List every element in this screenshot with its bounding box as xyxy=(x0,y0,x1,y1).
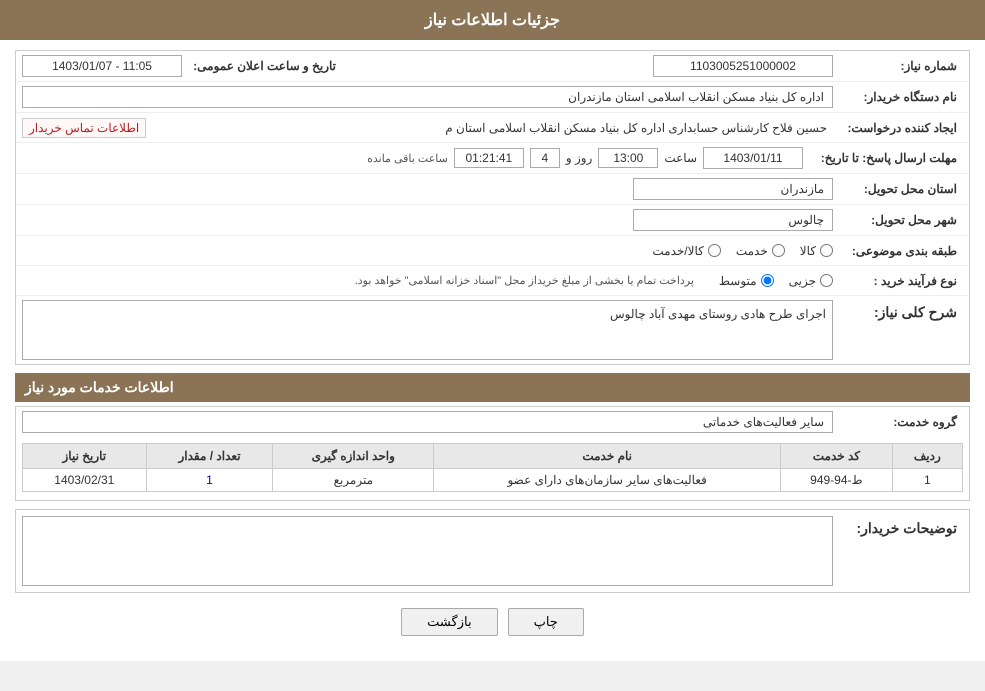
saat-baqi-mande-label: ساعت باقی مانده xyxy=(367,152,448,165)
shahr-label: شهر محل تحویل: xyxy=(833,213,963,227)
info-section: شماره نیاز: 1103005251000002 تاریخ و ساع… xyxy=(15,50,970,365)
kala-label: کالا xyxy=(800,244,816,258)
tawsihat-label: توضیحات خریدار: xyxy=(833,516,963,537)
noe-farayand-label: نوع فرآیند خرید : xyxy=(833,274,963,288)
col-vahed: واحد اندازه گیری xyxy=(273,444,434,469)
khadamat-table-section: ردیف کد خدمت نام خدمت واحد اندازه گیری ت… xyxy=(16,443,969,500)
ijad-konande-label: ایجاد کننده درخواست: xyxy=(833,121,963,135)
table-row: 1 ط-94-949 فعالیت‌های سایر سازمان‌های دا… xyxy=(23,469,963,492)
sharh-kolli-label: شرح کلی نیاز: xyxy=(833,300,963,321)
khedmat-radio[interactable] xyxy=(772,244,785,257)
table-header-row: ردیف کد خدمت نام خدمت واحد اندازه گیری ت… xyxy=(23,444,963,469)
kala-radio-item[interactable]: کالا xyxy=(800,244,833,258)
cell-radif: 1 xyxy=(892,469,962,492)
goroh-khedmat-row: گروه خدمت: سایر فعالیت‌های خدماتی xyxy=(16,407,969,437)
page-header: جزئیات اطلاعات نیاز xyxy=(0,0,985,40)
khedmat-label: خدمت xyxy=(736,244,768,258)
saat-label: ساعت xyxy=(658,151,703,165)
print-button[interactable]: چاپ xyxy=(508,608,584,636)
khadamat-section-title: اطلاعات خدمات مورد نیاز xyxy=(15,373,970,402)
row-ostan: استان محل تحویل: مازندران xyxy=(16,174,969,205)
kala-khedmat-label: کالا/خدمت xyxy=(652,244,703,258)
shomare-niaz-label: شماره نیاز: xyxy=(833,59,963,73)
ostan-label: استان محل تحویل: xyxy=(833,182,963,196)
col-radif: ردیف xyxy=(892,444,962,469)
tarikh-alan-value: 1403/01/07 - 11:05 xyxy=(22,55,182,77)
back-button[interactable]: بازگشت xyxy=(401,608,497,636)
nam-dastgah-value: اداره کل بنیاد مسکن انقلاب اسلامی استان … xyxy=(22,86,833,108)
ettelaat-link[interactable]: اطلاعات تماس خریدار xyxy=(22,118,146,138)
mohlat-date: 1403/01/11 xyxy=(703,147,803,169)
goroh-khedmat-label: گروه خدمت: xyxy=(833,415,963,429)
tawsihat-section: توضیحات خریدار: xyxy=(15,509,970,593)
kala-radio[interactable] xyxy=(820,244,833,257)
col-kod-khedmat: کد خدمت xyxy=(781,444,892,469)
tabaqeh-radio-group: کالا خدمت کالا/خدمت xyxy=(652,244,833,258)
col-tedad: تعداد / مقدار xyxy=(146,444,273,469)
row-nam-dastgah: نام دستگاه خریدار: اداره کل بنیاد مسکن ا… xyxy=(16,82,969,113)
nam-dastgah-label: نام دستگاه خریدار: xyxy=(833,90,963,104)
page-title: جزئیات اطلاعات نیاز xyxy=(425,12,560,29)
tawsihat-textarea[interactable] xyxy=(22,516,833,586)
row-mohlat: مهلت ارسال پاسخ: تا تاریخ: 1403/01/11 سا… xyxy=(16,143,969,174)
cell-tedad: 1 xyxy=(146,469,273,492)
col-tarikh-niaz: تاریخ نیاز xyxy=(23,444,147,469)
mohlat-saat: 13:00 xyxy=(598,148,658,168)
mohlat-saat-mande: 01:21:41 xyxy=(454,148,524,168)
jozei-radio[interactable] xyxy=(820,274,833,287)
row-sharh-kolli: شرح کلی نیاز: اجرای طرح هادی روستای مهدی… xyxy=(16,296,969,364)
jozei-label: جزیی xyxy=(789,274,816,288)
khedmat-radio-item[interactable]: خدمت xyxy=(736,244,785,258)
cell-tarikh-niaz: 1403/02/31 xyxy=(23,469,147,492)
col-nam-khedmat: نام خدمت xyxy=(434,444,781,469)
tawsihat-row: توضیحات خریدار: xyxy=(16,510,969,592)
row-shahr: شهر محل تحویل: چالوس xyxy=(16,205,969,236)
noe-farayand-group: جزیی متوسط پرداخت تمام یا بخشی از مبلغ خ… xyxy=(22,274,833,288)
ostan-value: مازندران xyxy=(633,178,833,200)
shahr-value: چالوس xyxy=(633,209,833,231)
tarikh-alan-label: تاریخ و ساعت اعلان عمومی: xyxy=(182,59,342,73)
row-shomare-tarikh: شماره نیاز: 1103005251000002 تاریخ و ساع… xyxy=(16,51,969,82)
row-ijad-konande: ایجاد کننده درخواست: حسین فلاح کارشناس ح… xyxy=(16,113,969,143)
cell-nam-khedmat: فعالیت‌های سایر سازمان‌های دارای عضو xyxy=(434,469,781,492)
goroh-khedmat-value: سایر فعالیت‌های خدماتی xyxy=(22,411,833,433)
buttons-row: چاپ بازگشت xyxy=(15,608,970,636)
row-tabaqeh: طبقه بندی موضوعی: کالا خدمت کالا/خدمت xyxy=(16,236,969,266)
jozei-radio-item[interactable]: جزیی xyxy=(789,274,833,288)
goroh-khedmat-section: گروه خدمت: سایر فعالیت‌های خدماتی ردیف ک… xyxy=(15,406,970,501)
ijad-konande-value: حسین فلاح کارشناس حسابداری اداره کل بنیا… xyxy=(156,119,833,137)
main-content: شماره نیاز: 1103005251000002 تاریخ و ساع… xyxy=(0,40,985,661)
mohlat-label: مهلت ارسال پاسخ: تا تاریخ: xyxy=(803,151,963,165)
mottaset-radio-item[interactable]: متوسط xyxy=(719,274,774,288)
sharh-kolli-value: اجرای طرح هادی روستای مهدی آباد چالوس xyxy=(610,307,826,321)
tabaqeh-label: طبقه بندی موضوعی: xyxy=(833,244,963,258)
shomare-niaz-value: 1103005251000002 xyxy=(653,55,833,77)
mohlat-roz: 4 xyxy=(530,148,560,168)
cell-vahed: مترمربع xyxy=(273,469,434,492)
kala-khedmat-radio[interactable] xyxy=(708,244,721,257)
khadamat-table: ردیف کد خدمت نام خدمت واحد اندازه گیری ت… xyxy=(22,443,963,492)
row-noe-farayand: نوع فرآیند خرید : جزیی متوسط پرداخت تمام… xyxy=(16,266,969,296)
cell-kod-khedmat: ط-94-949 xyxy=(781,469,892,492)
mottaset-label: متوسط xyxy=(719,274,757,288)
sharh-kolli-box: اجرای طرح هادی روستای مهدی آباد چالوس xyxy=(22,300,833,360)
mottaset-radio[interactable] xyxy=(761,274,774,287)
page-wrapper: جزئیات اطلاعات نیاز شماره نیاز: 11030052… xyxy=(0,0,985,661)
noe-farayand-note: پرداخت تمام یا بخشی از مبلغ خریداز محل "… xyxy=(355,274,694,287)
roz-label: روز و xyxy=(560,151,599,165)
kala-khedmat-radio-item[interactable]: کالا/خدمت xyxy=(652,244,720,258)
khadamat-title: اطلاعات خدمات مورد نیاز xyxy=(25,379,174,395)
